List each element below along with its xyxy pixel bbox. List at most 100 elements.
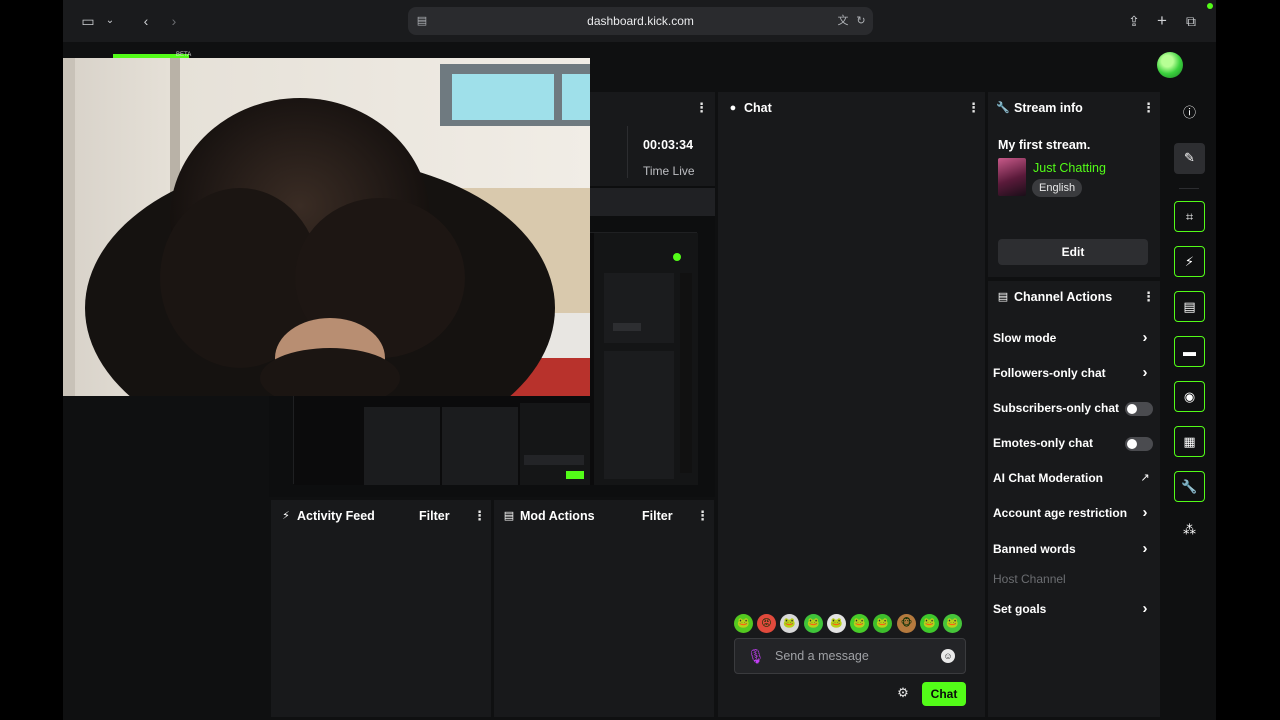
- emote-bar: 🐸 😡 🐸 🐸 🐸 🐸 🐸 🐵 🐸 🐸: [734, 614, 969, 634]
- forward-icon[interactable]: ›: [163, 11, 185, 31]
- emotes-only-toggle[interactable]: [1125, 437, 1153, 451]
- info-icon[interactable]: ⓘ: [1174, 98, 1205, 129]
- mod-actions-header: ▤ Mod Actions Filter ⋮: [494, 500, 714, 532]
- document-icon: ▤: [503, 510, 515, 522]
- layout-icon[interactable]: ▦: [1174, 426, 1205, 457]
- edit-stream-button[interactable]: Edit: [998, 239, 1148, 265]
- chat-placeholder: Send a message: [775, 649, 869, 663]
- chat-menu-icon[interactable]: ⋮: [967, 100, 980, 116]
- set-goals-row[interactable]: Set goals ›: [993, 600, 1155, 620]
- tabs-icon[interactable]: ⧉: [1180, 11, 1202, 31]
- emote[interactable]: 😡: [757, 614, 776, 633]
- chat-header: ● Chat ⋮: [718, 92, 985, 124]
- mod-actions-filter[interactable]: Filter: [642, 509, 673, 523]
- chat-panel: ● Chat ⋮ 🐸 😡 🐸 🐸 🐸 🐸 🐸 🐵 🐸 🐸 🎙 Send a me…: [718, 92, 985, 717]
- emote[interactable]: 🐸: [920, 614, 939, 633]
- emote[interactable]: 🐸: [780, 614, 799, 633]
- stream-info-menu-icon[interactable]: ⋮: [1142, 100, 1155, 116]
- chat-send-button[interactable]: Chat: [922, 682, 966, 706]
- bolt-icon: ⚡: [282, 510, 290, 522]
- language-tag: English: [1032, 179, 1083, 197]
- host-channel-label: Host Channel: [993, 572, 1066, 586]
- activity-feed-title: Activity Feed: [297, 509, 375, 523]
- external-link-icon: ↗: [1140, 472, 1150, 484]
- chevron-right-icon: ›: [1142, 540, 1148, 557]
- emotes-only-label: Emotes-only chat: [993, 436, 1094, 450]
- set-goals-label: Set goals: [993, 602, 1047, 616]
- subscribers-only-row: Subscribers-only chat: [993, 399, 1155, 419]
- chat-settings-gear-icon[interactable]: ⚙: [896, 686, 910, 700]
- dashboard-screen: ▭ ⌄ ‹ › ▤ dashboard.kick.com 文 ↻ ⇪ + ⧉ B…: [63, 0, 1216, 720]
- toggle-knob: [1127, 404, 1137, 414]
- back-icon[interactable]: ‹: [135, 11, 157, 31]
- channel-actions-menu-icon[interactable]: ⋮: [1142, 289, 1155, 305]
- followers-only-row[interactable]: Followers-only chat ›: [993, 364, 1155, 384]
- time-live-value: 00:03:34: [643, 138, 694, 152]
- slow-mode-row[interactable]: Slow mode ›: [993, 329, 1155, 349]
- reload-icon[interactable]: ↻: [853, 13, 869, 29]
- chevron-right-icon: ›: [1142, 504, 1148, 521]
- banned-words-row[interactable]: Banned words ›: [993, 540, 1155, 560]
- channel-actions-panel: ▤ Channel Actions ⋮ Slow mode › Follower…: [988, 281, 1160, 717]
- emote[interactable]: 🐸: [873, 614, 892, 633]
- slow-mode-label: Slow mode: [993, 331, 1057, 345]
- account-age-label: Account age restriction: [993, 506, 1128, 520]
- connections-icon[interactable]: ⁂: [1174, 515, 1205, 546]
- emote[interactable]: 🐸: [943, 614, 962, 633]
- webcam-overlay[interactable]: [63, 58, 590, 396]
- mod-actions-title: Mod Actions: [520, 509, 595, 523]
- wrench-icon: 🔧: [996, 102, 1010, 114]
- chevron-down-icon[interactable]: ⌄: [99, 11, 121, 31]
- bolt-icon[interactable]: ⚡: [1174, 246, 1205, 277]
- stream-info-header: 🔧 Stream info ⋮: [988, 92, 1160, 124]
- time-live-label: Time Live: [643, 164, 695, 178]
- browser-toolbar: ▭ ⌄ ‹ › ▤ dashboard.kick.com 文 ↻ ⇪ + ⧉: [63, 0, 1216, 42]
- activity-feed-menu-icon[interactable]: ⋮: [473, 508, 486, 524]
- emote[interactable]: 🐸: [827, 614, 846, 633]
- microphone-icon[interactable]: 🎙: [747, 648, 765, 664]
- chevron-right-icon: ›: [1142, 329, 1148, 346]
- subscribers-only-toggle[interactable]: [1125, 402, 1153, 416]
- stream-title: My first stream.: [998, 138, 1091, 152]
- chat-message-input[interactable]: 🎙 Send a message ☺: [734, 638, 966, 674]
- url-text: dashboard.kick.com: [587, 14, 694, 28]
- preview-menu-icon[interactable]: ⋮: [695, 100, 708, 116]
- emote[interactable]: 🐸: [850, 614, 869, 633]
- host-channel-row: Host Channel: [993, 570, 1155, 590]
- account-age-row[interactable]: Account age restriction ›: [993, 504, 1155, 524]
- pencil-icon[interactable]: ✎: [1174, 143, 1205, 174]
- emote[interactable]: 🐸: [734, 614, 753, 633]
- ai-moderation-label: AI Chat Moderation: [993, 471, 1103, 485]
- avatar[interactable]: [1157, 52, 1183, 78]
- mod-actions-panel: ▤ Mod Actions Filter ⋮: [494, 500, 714, 717]
- chat-title: Chat: [744, 101, 772, 115]
- sidebar-icon[interactable]: ▭: [77, 11, 99, 31]
- new-tab-icon[interactable]: +: [1151, 11, 1173, 31]
- translate-icon[interactable]: 文: [835, 13, 851, 29]
- wrench-icon[interactable]: 🔧: [1174, 471, 1205, 502]
- category-link[interactable]: Just Chatting: [1033, 161, 1106, 175]
- document-icon[interactable]: ▤: [1174, 291, 1205, 322]
- channel-actions-title: Channel Actions: [1014, 290, 1113, 304]
- channel-actions-icon: ▤: [997, 291, 1009, 303]
- scan-icon[interactable]: ⌗: [1174, 201, 1205, 232]
- divider: [1179, 188, 1199, 189]
- chevron-right-icon: ›: [1142, 600, 1148, 617]
- emoji-picker-icon[interactable]: ☺: [941, 649, 955, 663]
- ai-moderation-row[interactable]: AI Chat Moderation ↗: [993, 469, 1155, 489]
- emote[interactable]: 🐸: [804, 614, 823, 633]
- broadcast-icon[interactable]: ◉: [1174, 381, 1205, 412]
- activity-feed-filter[interactable]: Filter: [419, 509, 450, 523]
- stream-info-title: Stream info: [1014, 101, 1083, 115]
- toggle-knob: [1127, 439, 1137, 449]
- chat-bubble-icon[interactable]: ▬: [1174, 336, 1205, 367]
- chevron-right-icon: ›: [1142, 364, 1148, 381]
- emote[interactable]: 🐵: [897, 614, 916, 633]
- emotes-only-row: Emotes-only chat: [993, 434, 1155, 454]
- right-tool-rail: ⓘ ✎ ⌗ ⚡ ▤ ▬ ◉ ▦ 🔧 ⁂: [1163, 92, 1216, 717]
- share-icon[interactable]: ⇪: [1123, 11, 1145, 31]
- subscribers-only-label: Subscribers-only chat: [993, 401, 1120, 415]
- address-bar[interactable]: ▤ dashboard.kick.com 文 ↻: [408, 7, 873, 35]
- channel-actions-header: ▤ Channel Actions ⋮: [988, 281, 1160, 313]
- mod-actions-menu-icon[interactable]: ⋮: [696, 508, 709, 524]
